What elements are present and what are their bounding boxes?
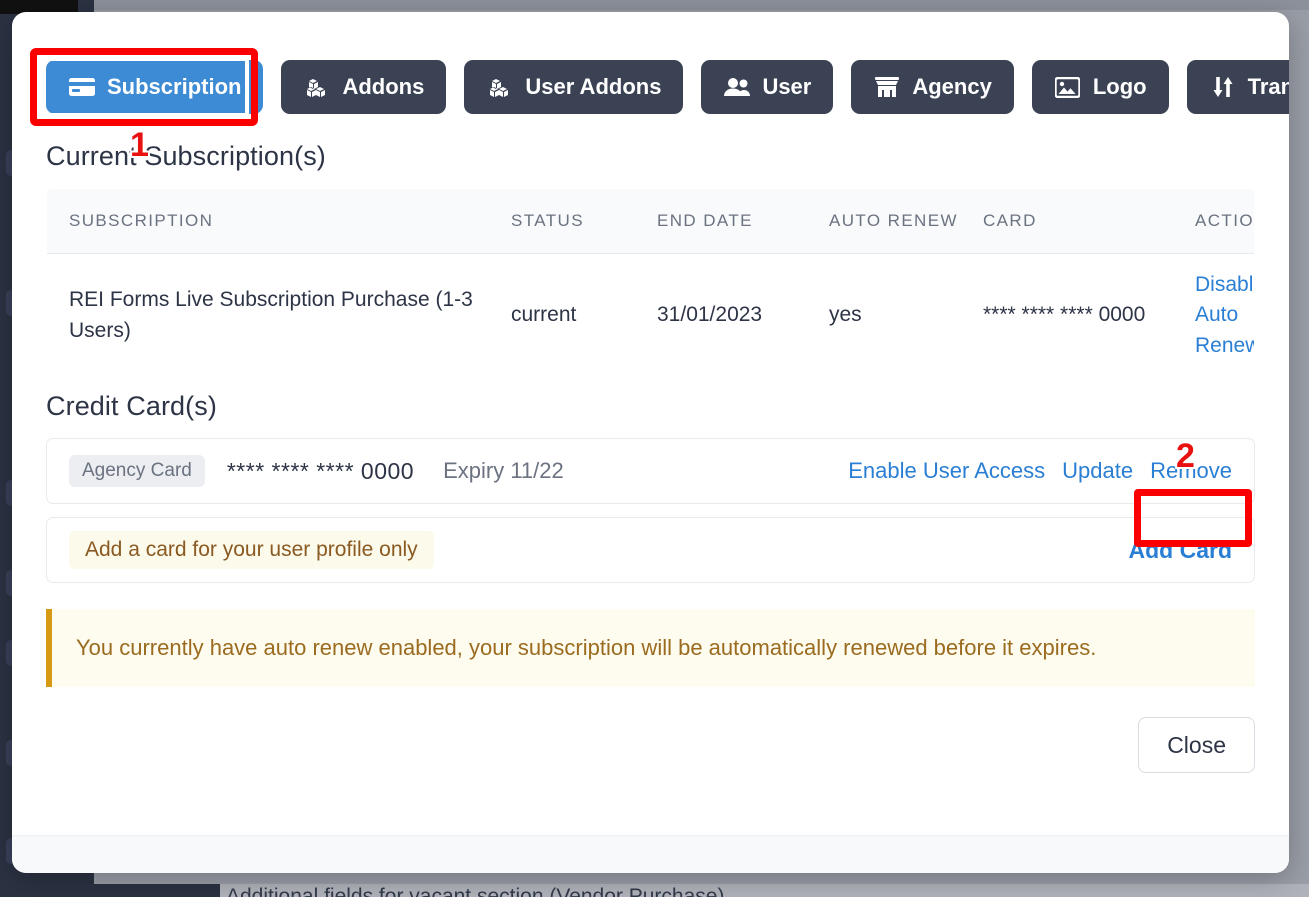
tab-subscription[interactable]: Subscription [46,60,264,114]
remove-card-link[interactable]: Remove [1150,458,1232,484]
tab-label: Logo [1092,74,1147,99]
disable-auto-renew-link[interactable]: Disable Auto Renew [1195,273,1254,357]
cell-card: **** **** **** 0000 [983,303,1146,327]
tab-label: Addons [342,74,425,99]
credit-cards-title: Credit Card(s) [46,391,217,422]
image-icon [1054,75,1082,99]
modal-body: Subscription Addons User Addons User Age… [12,12,1289,836]
auto-renew-alert: You currently have auto renew enabled, y… [46,609,1255,688]
sort-arrows-icon [1209,75,1237,99]
tab-label: User [762,74,812,99]
tab-agency[interactable]: Agency [851,60,1014,114]
subscriptions-table-head: SUBSCRIPTION STATUS END DATE AUTO RENEW … [47,189,1254,254]
table-header-row: SUBSCRIPTION STATUS END DATE AUTO RENEW … [47,189,1254,254]
tab-transactions[interactable]: Transactions [1186,60,1289,114]
column-header-card: CARD [961,189,1173,254]
table-row: REI Forms Live Subscription Purchase (1-… [47,254,1254,378]
credit-card-row: Agency Card **** **** **** 0000 Expiry 1… [46,438,1255,505]
modal-footer-actions: Close [46,687,1255,774]
column-header-end-date: END DATE [635,189,807,254]
add-card-row: Add a card for your user profile only Ad… [46,517,1255,584]
cell-subscription: REI Forms Live Subscription Purchase (1-… [69,288,473,342]
background-bottom-left-block [94,884,220,897]
cell-actions: Disable Auto Renew [1173,254,1254,378]
subscriptions-table: SUBSCRIPTION STATUS END DATE AUTO RENEW … [46,188,1255,379]
background-top-strip [94,0,1309,10]
column-header-auto-renew: AUTO RENEW [807,189,961,254]
cubes-icon [486,75,514,99]
add-card-note: Add a card for your user profile only [69,531,434,570]
card-expiry: Expiry 11/22 [443,458,564,484]
tab-label: User Addons [525,74,662,99]
tab-addons[interactable]: Addons [281,60,447,114]
column-header-status: STATUS [489,189,635,254]
agency-card-badge: Agency Card [69,455,205,488]
enable-user-access-link[interactable]: Enable User Access [848,458,1045,484]
column-header-actions: ACTIONS [1173,189,1254,254]
store-icon [873,75,901,99]
modal-footer-strip [12,835,1289,873]
close-button[interactable]: Close [1138,717,1255,774]
tab-label: Agency [912,74,992,99]
add-card-link[interactable]: Add Card [1129,537,1233,564]
current-subscriptions-title: Current Subscription(s) [46,141,326,171]
modal-tab-bar: Subscription Addons User Addons User Age… [46,12,1289,114]
tab-label: Subscription [107,74,242,99]
update-card-link[interactable]: Update [1062,458,1133,484]
cubes-icon [303,75,331,99]
column-header-subscription: SUBSCRIPTION [47,189,489,254]
background-cutoff-text: Additional fields for vacant section (Ve… [226,885,725,897]
subscriptions-table-body: REI Forms Live Subscription Purchase (1-… [47,254,1254,378]
card-number: **** **** **** 0000 [226,457,415,484]
tab-user[interactable]: User [701,60,834,114]
cell-end-date: 31/01/2023 [657,303,763,327]
card-action-links: Enable User Access Update Remove [848,458,1232,484]
users-icon [723,75,751,99]
credit-card-icon [68,75,96,99]
tab-user-addons[interactable]: User Addons [464,60,684,114]
tab-label: Transactions [1247,74,1289,99]
cell-auto-renew: yes [829,303,862,327]
tab-logo[interactable]: Logo [1031,60,1169,114]
subscription-modal: Subscription Addons User Addons User Age… [12,12,1289,873]
cell-status: current [511,303,577,327]
